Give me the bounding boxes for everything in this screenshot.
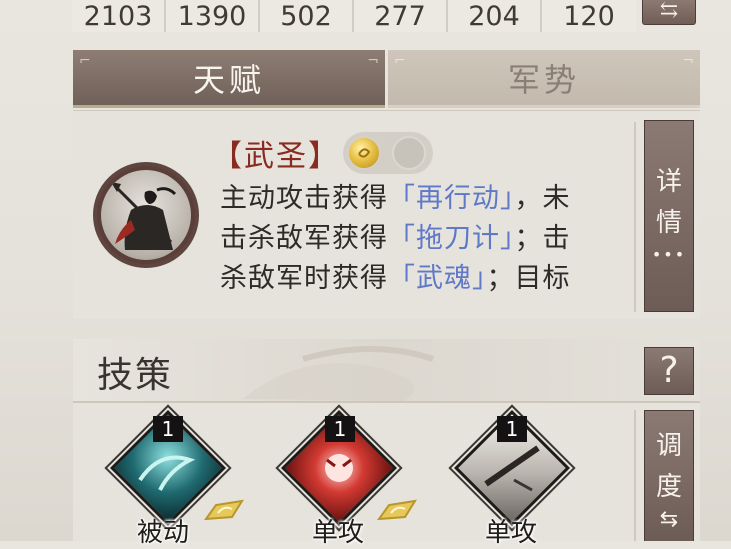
skill-type-label: 单攻 bbox=[485, 518, 538, 548]
skills-title: 技策 bbox=[97, 355, 174, 396]
talent-name: 【武圣】 bbox=[212, 139, 340, 174]
tab-label: 军势 bbox=[507, 60, 580, 99]
empty-coin-icon bbox=[392, 136, 426, 170]
corner-ornament-icon: ⌐ bbox=[79, 53, 95, 69]
detail-label: 情 bbox=[655, 208, 682, 238]
talent-desc-line: 主动攻击获得「再行动」，未 bbox=[220, 176, 571, 216]
skill-level-badge: 1 bbox=[325, 416, 355, 442]
talent-desc-line: 杀敌军时获得「武魂」；目标 bbox=[220, 256, 571, 296]
stat-value: 2103 bbox=[72, 0, 166, 32]
question-mark-icon: ? bbox=[659, 350, 679, 391]
skill-type-label: 单攻 bbox=[312, 518, 365, 548]
keyword-link[interactable]: 「再行动」 bbox=[388, 183, 515, 214]
desc-text: 击杀敌军获得 bbox=[220, 223, 388, 254]
adjust-label: 度 bbox=[655, 472, 682, 502]
desc-text: ，未 bbox=[514, 183, 571, 214]
corner-ornament-icon: ⌐ bbox=[394, 53, 410, 69]
divider bbox=[634, 122, 636, 312]
tab-army[interactable]: ⌐ 军势 ⌐ bbox=[388, 50, 700, 108]
swap-arrow-button[interactable]: ⇆ bbox=[642, 0, 696, 25]
stat-value: 1390 bbox=[166, 0, 260, 32]
keyword-link[interactable]: 「拖刀计」 bbox=[388, 223, 515, 254]
general-portrait-icon bbox=[101, 170, 191, 260]
adjust-label: 调 bbox=[655, 431, 682, 461]
adjust-button[interactable]: 调 度 ⇆ bbox=[644, 410, 694, 541]
stats-row: 2103 1390 502 277 204 120 bbox=[72, 0, 636, 32]
stat-value: 204 bbox=[448, 0, 542, 32]
skill-level-badge: 1 bbox=[497, 416, 527, 442]
swap-arrow-icon: ⇆ bbox=[659, 0, 679, 23]
stat-value: 120 bbox=[542, 0, 636, 32]
tab-label: 天赋 bbox=[192, 60, 265, 99]
stat-value: 277 bbox=[354, 0, 448, 32]
talent-avatar[interactable] bbox=[93, 162, 199, 268]
corner-ornament-icon: ⌐ bbox=[678, 53, 694, 69]
talent-desc-line: 击杀敌军获得「拖刀计」；击 bbox=[220, 216, 571, 256]
skill-level-badge: 1 bbox=[153, 416, 183, 442]
skill-type-label: 被动 bbox=[137, 518, 190, 548]
gold-cloud-icon bbox=[202, 495, 248, 525]
gold-cloud-icon bbox=[375, 495, 421, 525]
desc-text: 主动攻击获得 bbox=[220, 183, 388, 214]
gold-coin-icon bbox=[347, 136, 381, 170]
swap-arrow-icon: ⇆ bbox=[659, 507, 679, 532]
keyword-link[interactable]: 「武魂」 bbox=[388, 263, 487, 294]
divider bbox=[634, 410, 636, 541]
detail-button[interactable]: 详 情 ••• bbox=[644, 120, 694, 312]
tab-talent[interactable]: ⌐ 天赋 ⌐ bbox=[73, 50, 385, 108]
more-dots-icon: ••• bbox=[651, 245, 687, 264]
corner-ornament-icon: ⌐ bbox=[363, 53, 379, 69]
desc-text: ；击 bbox=[514, 223, 571, 254]
help-button[interactable]: ? bbox=[644, 347, 694, 395]
desc-text: 杀敌军时获得 bbox=[220, 263, 388, 294]
stat-value: 502 bbox=[260, 0, 354, 32]
detail-label: 详 bbox=[655, 167, 682, 197]
desc-text: ；目标 bbox=[486, 263, 571, 294]
